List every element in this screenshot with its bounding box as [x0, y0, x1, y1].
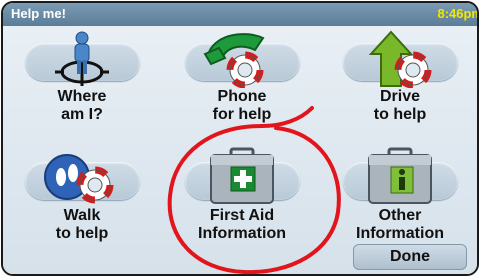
- phone-for-help-button[interactable]: Phone for help: [167, 28, 317, 148]
- tile-label-line: for help: [212, 106, 272, 123]
- tile-label-line: Walk: [63, 207, 101, 224]
- clock: 8:46pm: [437, 6, 479, 21]
- first-aid-information-button[interactable]: First Aid Information: [167, 147, 317, 267]
- device-screen: Help me! 8:46pm Where am I? Phone for he…: [1, 1, 479, 276]
- tile-label-line: Other: [378, 207, 422, 224]
- person-target-icon: [55, 31, 109, 86]
- tile-label-line: Where: [57, 88, 107, 105]
- tile-label: Where am I?: [7, 88, 157, 124]
- drive-to-help-button[interactable]: Drive to help: [325, 28, 475, 148]
- done-button[interactable]: Done: [353, 244, 467, 270]
- footsteps-lifebuoy-icon: [44, 154, 114, 204]
- tile-label: Phone for help: [167, 88, 317, 124]
- menu-grid: Where am I? Phone for help Drive to help…: [3, 26, 477, 274]
- first-aid-kit-icon: [210, 147, 274, 204]
- where-am-i-button[interactable]: Where am I?: [7, 28, 157, 148]
- tile-label: Drive to help: [325, 88, 475, 124]
- tile-label-line: Phone: [217, 88, 267, 105]
- walk-to-help-button[interactable]: Walk to help: [7, 147, 157, 267]
- tile-label-line: to help: [373, 106, 427, 123]
- phone-lifebuoy-icon: [203, 33, 265, 88]
- page-title: Help me!: [11, 6, 66, 21]
- tile-label-line: to help: [55, 225, 109, 242]
- tile-label: First Aid Information: [167, 207, 317, 243]
- tile-label-line: Information: [356, 225, 444, 242]
- info-kit-icon: [368, 147, 432, 204]
- tile-label-line: First Aid: [209, 207, 275, 224]
- tile-label: Walk to help: [7, 207, 157, 243]
- tile-label-line: am I?: [61, 106, 103, 123]
- tile-label-line: Drive: [379, 88, 421, 105]
- title-bar: Help me! 8:46pm: [3, 3, 477, 27]
- arrow-lifebuoy-icon: [368, 30, 432, 88]
- tile-label: Other Information: [325, 207, 475, 243]
- tile-label-line: Information: [198, 225, 286, 242]
